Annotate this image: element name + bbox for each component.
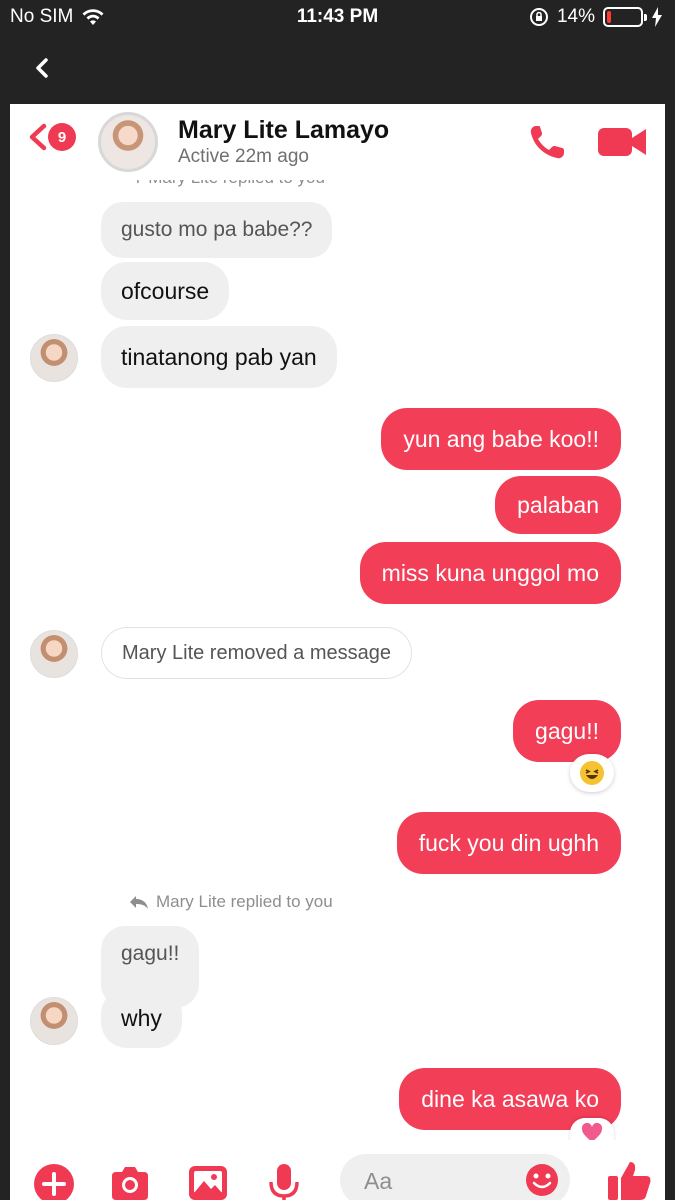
unread-badge: 9 xyxy=(48,123,76,151)
microphone-icon[interactable] xyxy=(266,1162,302,1200)
chevron-left-icon xyxy=(29,123,47,151)
outgoing-message[interactable]: yun ang babe koo!! xyxy=(381,408,621,470)
laughing-emoji-reaction[interactable] xyxy=(570,754,614,792)
battery-percent: 14% xyxy=(556,6,595,27)
orientation-lock-icon xyxy=(529,8,548,26)
outgoing-message[interactable]: fuck you din ughh xyxy=(396,812,621,874)
sender-avatar[interactable] xyxy=(30,997,78,1045)
incoming-message[interactable]: gusto mo pa babe?? xyxy=(101,202,333,258)
sender-avatar[interactable] xyxy=(30,334,78,382)
charging-bolt-icon xyxy=(652,7,662,27)
message-thread[interactable]: ↰ Mary Lite replied to you gusto mo pa b… xyxy=(10,176,665,1148)
battery-icon xyxy=(603,7,647,27)
back-button[interactable]: 9 xyxy=(24,120,76,154)
outgoing-message[interactable]: miss kuna unggol mo xyxy=(359,542,621,604)
status-bar: No SIM 11:43 PM 14% xyxy=(0,0,675,34)
phone-icon[interactable] xyxy=(526,122,570,162)
outgoing-message[interactable]: gagu!! xyxy=(513,700,621,762)
emoji-icon[interactable] xyxy=(524,1162,560,1198)
reply-note: Mary Lite replied to you xyxy=(128,892,333,912)
video-camera-icon[interactable] xyxy=(596,124,648,160)
sender-avatar[interactable] xyxy=(30,630,78,678)
message-composer: Aa xyxy=(10,1140,665,1200)
removed-message-notice: Mary Lite removed a message xyxy=(101,627,413,679)
incoming-message[interactable]: tinatanong pab yan xyxy=(101,326,337,388)
battery-level xyxy=(607,11,611,23)
outer-nav-bar xyxy=(0,34,675,104)
incoming-message[interactable]: ofcourse xyxy=(101,262,230,320)
image-icon[interactable] xyxy=(186,1162,230,1200)
chevron-left-icon[interactable] xyxy=(28,50,58,86)
laughing-emoji-icon xyxy=(580,761,604,785)
reply-arrow-icon xyxy=(130,896,148,909)
reply-note-text: Mary Lite replied to you xyxy=(156,892,333,911)
plus-icon[interactable] xyxy=(32,1162,76,1200)
status-right: 14% xyxy=(529,6,663,28)
incoming-message[interactable]: why xyxy=(101,988,182,1048)
contact-avatar[interactable] xyxy=(98,112,158,172)
messenger-screen: 9 Mary Lite Lamayo Active 22m ago ↰ Mary… xyxy=(10,104,665,1200)
camera-icon[interactable] xyxy=(108,1162,152,1200)
conversation-header: 9 Mary Lite Lamayo Active 22m ago xyxy=(10,104,665,180)
outgoing-message[interactable]: palaban xyxy=(495,476,621,534)
message-input-placeholder: Aa xyxy=(364,1168,393,1194)
message-input[interactable]: Aa xyxy=(340,1154,570,1200)
active-status: Active 22m ago xyxy=(178,146,309,167)
contact-name[interactable]: Mary Lite Lamayo xyxy=(178,116,389,145)
thumbs-up-icon[interactable] xyxy=(606,1158,654,1200)
